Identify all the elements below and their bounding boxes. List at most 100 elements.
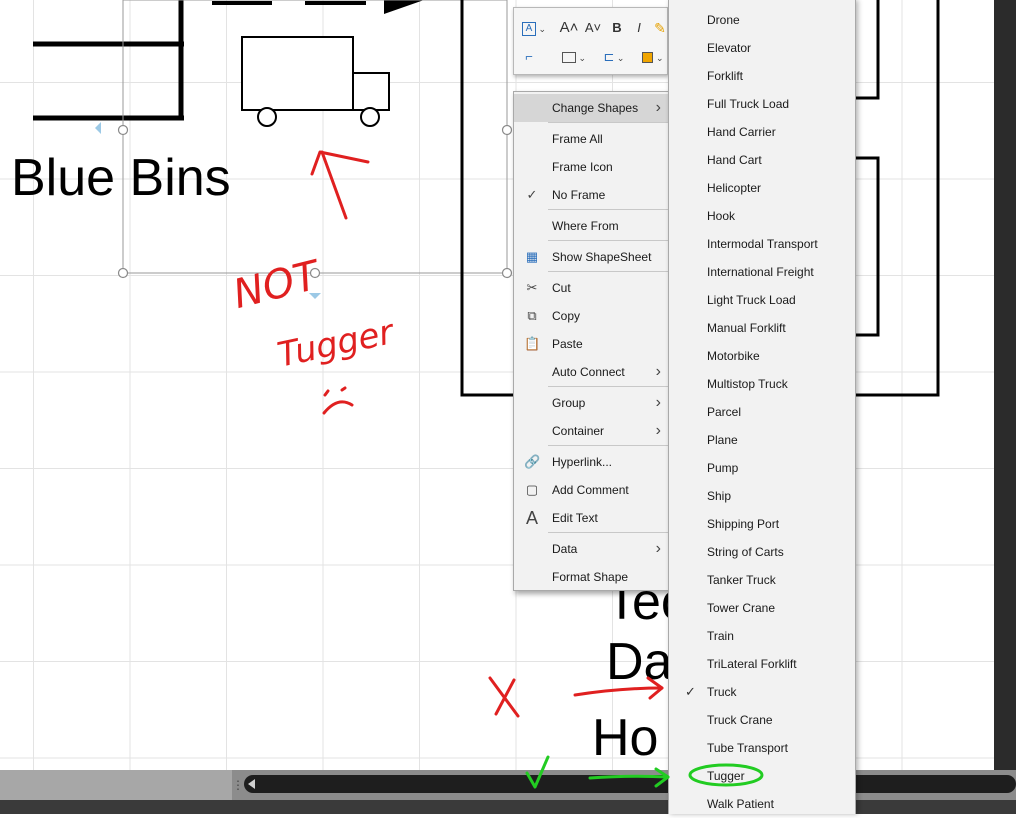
menu-item-data[interactable]: Data › — [514, 535, 669, 563]
menu-separator — [548, 209, 668, 210]
menu-item-change-shapes[interactable]: Change Shapes › — [514, 94, 669, 122]
shape-option-label: Truck — [707, 685, 737, 699]
scissors-icon: ✂ — [526, 280, 538, 295]
shape-option-label: Tanker Truck — [707, 573, 776, 587]
shape-option-label: Drone — [707, 13, 740, 27]
shape-option-manual-forklift[interactable]: Manual Forklift — [669, 314, 855, 342]
menu-item-cut[interactable]: ✂ Cut — [514, 274, 669, 302]
menu-item-auto-connect[interactable]: Auto Connect › — [514, 358, 669, 386]
format-painter-icon[interactable]: ✎ — [652, 17, 668, 39]
shape-option-forklift[interactable]: Forklift — [669, 62, 855, 90]
shape-option-label: Truck Crane — [707, 713, 773, 727]
shape-option-intermodal-transport[interactable]: Intermodal Transport — [669, 230, 855, 258]
menu-item-frame-all[interactable]: Frame All — [514, 125, 669, 153]
scroll-grip-handle[interactable]: ⋮ — [232, 776, 244, 794]
menu-separator — [548, 240, 668, 241]
shape-option-label: Manual Forklift — [707, 321, 786, 335]
menu-item-edit-text[interactable]: A Edit Text — [514, 504, 669, 532]
menu-item-label: Add Comment — [552, 483, 629, 497]
shape-option-truck[interactable]: ✓ Truck — [669, 678, 855, 706]
shape-option-tower-crane[interactable]: Tower Crane — [669, 594, 855, 622]
shape-option-helicopter[interactable]: Helicopter — [669, 174, 855, 202]
shape-option-label: International Freight — [707, 265, 814, 279]
shape-option-tanker-truck[interactable]: Tanker Truck — [669, 566, 855, 594]
shape-option-pump[interactable]: Pump — [669, 454, 855, 482]
selection-connection-bottom[interactable] — [309, 293, 321, 299]
shape-option-shipping-port[interactable]: Shipping Port — [669, 510, 855, 538]
shape-option-drone[interactable]: Drone — [669, 6, 855, 34]
shape-option-tugger[interactable]: Tugger — [669, 762, 855, 790]
text-box-icon[interactable]: A ⌄ — [518, 17, 550, 39]
shape-option-label: Hand Carrier — [707, 125, 776, 139]
chevron-right-icon: › — [655, 99, 661, 116]
decrease-font-icon[interactable]: A˅ — [582, 17, 604, 39]
menu-item-frame-icon[interactable]: Frame Icon — [514, 153, 669, 181]
menu-item-label: Change Shapes — [552, 101, 639, 115]
menu-item-label: Container — [552, 424, 605, 438]
increase-font-icon[interactable]: A˄ — [558, 17, 580, 39]
connector-icon[interactable]: ⌐ — [518, 46, 540, 68]
copy-icon: ⧉ — [527, 308, 537, 323]
menu-item-copy[interactable]: ⧉ Copy — [514, 302, 669, 330]
shape-option-label: Light Truck Load — [707, 293, 796, 307]
menu-item-group[interactable]: Group › — [514, 389, 669, 417]
menu-item-format-shape[interactable]: Format Shape — [514, 563, 669, 591]
menu-item-label: Show ShapeSheet — [552, 250, 652, 264]
shape-option-light-truck-load[interactable]: Light Truck Load — [669, 286, 855, 314]
shape-option-label: Forklift — [707, 69, 743, 83]
shape-option-trilateral-forklift[interactable]: TriLateral Forklift — [669, 650, 855, 678]
shape-option-label: Tower Crane — [707, 601, 776, 615]
menu-item-no-frame[interactable]: ✓ No Frame — [514, 181, 669, 209]
chevron-right-icon: › — [655, 422, 661, 439]
arrange-icon[interactable]: ⌄ — [638, 46, 668, 68]
shape-option-label: Train — [707, 629, 734, 643]
shape-option-plane[interactable]: Plane — [669, 426, 855, 454]
shape-option-label: Plane — [707, 433, 738, 447]
shape-option-train[interactable]: Train — [669, 622, 855, 650]
shape-option-label: Motorbike — [707, 349, 760, 363]
vertical-scrollbar-area[interactable] — [994, 0, 1016, 770]
position-icon[interactable]: ⊏ ⌄ — [598, 46, 630, 68]
menu-item-where-from[interactable]: Where From — [514, 212, 669, 240]
menu-item-hyperlink[interactable]: 🔗 Hyperlink... — [514, 448, 669, 476]
bold-icon[interactable]: B — [608, 17, 626, 39]
align-icon[interactable]: ⌄ — [558, 46, 590, 68]
shape-option-ship[interactable]: Ship — [669, 482, 855, 510]
shape-option-truck-crane[interactable]: Truck Crane — [669, 706, 855, 734]
menu-item-paste[interactable]: 📋 Paste — [514, 330, 669, 358]
mini-toolbar: A ⌄ A˄ A˅ B I ✎ ⌐ ⌄ ⊏ ⌄ ⌄ — [513, 7, 668, 75]
shapesheet-icon: ▦ — [525, 249, 539, 264]
truck-icon[interactable] — [241, 36, 390, 127]
shape-option-full-truck-load[interactable]: Full Truck Load — [669, 90, 855, 118]
scroll-left-arrow-icon[interactable] — [248, 779, 255, 789]
shape-option-hand-carrier[interactable]: Hand Carrier — [669, 118, 855, 146]
shape-option-parcel[interactable]: Parcel — [669, 398, 855, 426]
menu-item-label: Hyperlink... — [552, 455, 613, 469]
shape-option-label: Intermodal Transport — [707, 237, 818, 251]
menu-item-label: Data — [552, 542, 578, 556]
menu-item-show-shapesheet[interactable]: ▦ Show ShapeSheet — [514, 243, 669, 271]
italic-icon[interactable]: I — [630, 17, 648, 39]
shape-option-elevator[interactable]: Elevator — [669, 34, 855, 62]
clipboard-icon: 📋 — [524, 336, 541, 351]
shape-option-multistop-truck[interactable]: Multistop Truck — [669, 370, 855, 398]
selection-connection-left[interactable] — [95, 122, 101, 134]
menu-item-label: Paste — [552, 337, 583, 351]
menu-item-container[interactable]: Container › — [514, 417, 669, 445]
horizontal-scrollbar[interactable] — [244, 775, 1016, 793]
shape-option-hook[interactable]: Hook — [669, 202, 855, 230]
shape-option-hand-cart[interactable]: Hand Cart — [669, 146, 855, 174]
horizontal-scroll-area: ⋮ — [0, 770, 1016, 800]
shape-option-tube-transport[interactable]: Tube Transport — [669, 734, 855, 762]
shape-option-label: Tube Transport — [707, 741, 788, 755]
menu-item-label: No Frame — [552, 188, 606, 202]
menu-separator — [548, 445, 668, 446]
shape-option-motorbike[interactable]: Motorbike — [669, 342, 855, 370]
shape-option-string-of-carts[interactable]: String of Carts — [669, 538, 855, 566]
blue-bins-label[interactable]: Blue Bins — [11, 146, 231, 210]
menu-item-add-comment[interactable]: ▢ Add Comment — [514, 476, 669, 504]
menu-item-label: Format Shape — [552, 570, 629, 584]
chevron-right-icon: › — [655, 540, 661, 557]
shape-option-international-freight[interactable]: International Freight — [669, 258, 855, 286]
flow-arrowhead — [384, 0, 424, 14]
